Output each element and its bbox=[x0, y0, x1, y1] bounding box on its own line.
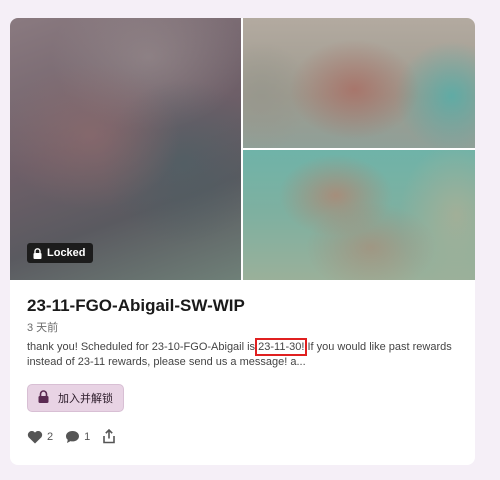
lock-icon bbox=[38, 390, 49, 406]
blurred-preview-image-main[interactable] bbox=[10, 18, 241, 280]
comment-button[interactable]: 1 bbox=[65, 430, 90, 444]
join-and-unlock-label: 加入并解锁 bbox=[58, 393, 113, 405]
share-icon bbox=[102, 429, 116, 444]
highlighted-date: 23-11-30! bbox=[255, 338, 308, 356]
blurred-preview-image-top-right[interactable] bbox=[243, 18, 475, 148]
join-and-unlock-button[interactable]: 加入并解锁 bbox=[27, 384, 124, 412]
post-title[interactable]: 23-11-FGO-Abigail-SW-WIP bbox=[27, 296, 245, 316]
post-image-gallery[interactable]: Locked bbox=[10, 18, 475, 280]
post-date: 3 天前 bbox=[27, 322, 59, 334]
post-description: thank you! Scheduled for 23-10-FGO-Abiga… bbox=[27, 338, 457, 370]
lock-icon bbox=[33, 247, 42, 259]
post-card[interactable]: Locked 23-11-FGO-Abigail-SW-WIP 3 天前 tha… bbox=[10, 18, 475, 465]
locked-badge: Locked bbox=[27, 243, 93, 263]
like-button[interactable]: 2 bbox=[27, 430, 53, 444]
blurred-preview-image-bottom-right[interactable] bbox=[243, 150, 475, 280]
heart-icon bbox=[27, 430, 43, 444]
comment-icon bbox=[65, 430, 80, 444]
post-actions: 2 1 bbox=[27, 429, 116, 444]
description-text-start: thank you! Scheduled for 23-10-FGO-Abiga… bbox=[27, 341, 259, 353]
locked-label: Locked bbox=[47, 247, 86, 259]
comments-count: 1 bbox=[84, 430, 91, 443]
likes-count: 2 bbox=[47, 430, 54, 443]
share-button[interactable] bbox=[102, 429, 116, 444]
